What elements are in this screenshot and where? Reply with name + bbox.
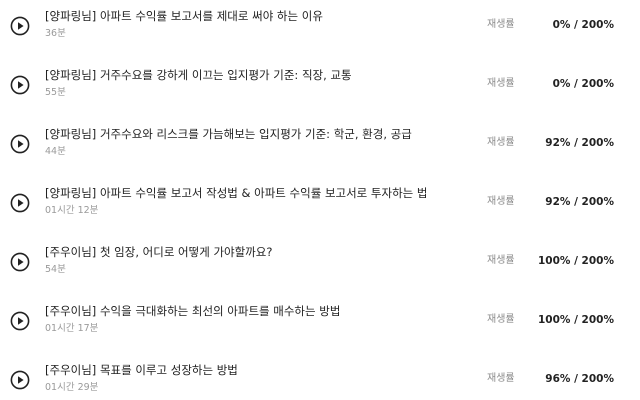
lesson-row[interactable]: [양파링님] 거주수요와 리스크를 가늠해보는 입지평가 기준: 학군, 환경,… <box>0 113 640 172</box>
progress-label: 재생률 <box>487 372 515 384</box>
progress-value: 100% / 200% <box>537 313 614 326</box>
lesson-row[interactable]: [주우이님] 목표를 이루고 성장하는 방법 01시간 29분 재생률 96% … <box>0 349 640 400</box>
play-circle-icon[interactable] <box>10 311 30 331</box>
lesson-duration: 44분 <box>45 145 66 157</box>
lesson-row[interactable]: [주우이님] 첫 임장, 어디로 어떻게 가야할까요? 54분 재생률 100%… <box>0 231 640 290</box>
play-circle-icon[interactable] <box>10 252 30 272</box>
progress-label: 재생률 <box>487 195 515 207</box>
lesson-row[interactable]: [양파링님] 아파트 수익률 보고서를 제대로 써야 하는 이유 36분 재생률… <box>0 0 640 54</box>
play-circle-icon[interactable] <box>10 16 30 36</box>
lesson-duration: 55분 <box>45 86 66 98</box>
lesson-title[interactable]: [양파링님] 아파트 수익률 보고서를 제대로 써야 하는 이유 <box>45 9 323 24</box>
lesson-title[interactable]: [양파링님] 거주수요와 리스크를 가늠해보는 입지평가 기준: 학군, 환경,… <box>45 127 412 142</box>
lesson-list: [양파링님] 아파트 수익률 보고서를 제대로 써야 하는 이유 36분 재생률… <box>0 0 640 400</box>
progress-label: 재생률 <box>487 254 515 266</box>
play-circle-icon[interactable] <box>10 193 30 213</box>
lesson-title[interactable]: [주우이님] 수익을 극대화하는 최선의 아파트를 매수하는 방법 <box>45 304 340 319</box>
lesson-row[interactable]: [양파링님] 거주수요를 강하게 이끄는 입지평가 기준: 직장, 교통 55분… <box>0 54 640 113</box>
lesson-duration: 54분 <box>45 263 66 275</box>
lesson-title[interactable]: [양파링님] 거주수요를 강하게 이끄는 입지평가 기준: 직장, 교통 <box>45 68 352 83</box>
lesson-title[interactable]: [주우이님] 목표를 이루고 성장하는 방법 <box>45 363 238 378</box>
progress-value: 100% / 200% <box>537 254 614 267</box>
lesson-duration: 36분 <box>45 27 66 39</box>
play-circle-icon[interactable] <box>10 370 30 390</box>
lesson-row[interactable]: [주우이님] 수익을 극대화하는 최선의 아파트를 매수하는 방법 01시간 1… <box>0 290 640 349</box>
progress-label: 재생률 <box>487 77 515 89</box>
lesson-duration: 01시간 12분 <box>45 204 99 216</box>
lesson-duration: 01시간 29분 <box>45 381 99 393</box>
progress-value: 0% / 200% <box>552 77 614 90</box>
progress-value: 92% / 200% <box>545 195 614 208</box>
lesson-row[interactable]: [양파링님] 아파트 수익률 보고서 작성법 & 아파트 수익률 보고서로 투자… <box>0 172 640 231</box>
lesson-title[interactable]: [양파링님] 아파트 수익률 보고서 작성법 & 아파트 수익률 보고서로 투자… <box>45 186 427 201</box>
progress-label: 재생률 <box>487 136 515 148</box>
play-circle-icon[interactable] <box>10 134 30 154</box>
lesson-duration: 01시간 17분 <box>45 322 99 334</box>
progress-value: 92% / 200% <box>545 136 614 149</box>
progress-label: 재생률 <box>487 313 515 325</box>
progress-label: 재생률 <box>487 18 515 30</box>
progress-value: 0% / 200% <box>552 18 614 31</box>
lesson-title[interactable]: [주우이님] 첫 임장, 어디로 어떻게 가야할까요? <box>45 245 272 260</box>
progress-value: 96% / 200% <box>545 372 614 385</box>
play-circle-icon[interactable] <box>10 75 30 95</box>
